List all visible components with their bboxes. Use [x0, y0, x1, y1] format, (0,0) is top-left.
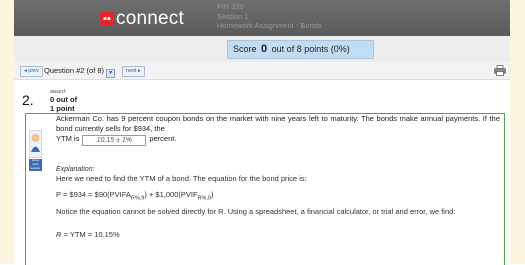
eq-part-3: ) — [210, 190, 214, 199]
score-label: Score — [233, 44, 257, 54]
logo-mark: ▪▪ — [100, 12, 114, 26]
points-line-2: 1 point — [50, 103, 75, 113]
printer-icon[interactable] — [494, 65, 506, 76]
answer-line: YTM is 10.15 ± 1% percent. — [56, 134, 176, 146]
answer-field[interactable]: 10.15 ± 1% — [82, 135, 147, 146]
explanation-result: R = YTM = 10.15% — [56, 230, 120, 239]
answer-suffix: percent. — [149, 134, 177, 143]
eq-part-1: P = $934 = $90(PVIFA — [56, 190, 131, 199]
score-suffix: out of 8 points (0%) — [271, 44, 350, 54]
eq-part-2: ) + $1,000(PVIF — [144, 190, 198, 199]
question-selector-label: Question #2 (of 8) — [44, 66, 105, 75]
course-section: Section 1 — [217, 11, 249, 21]
chevron-down-icon[interactable]: ▼ — [106, 69, 116, 78]
points-awarded: 0 out of 1 point — [50, 95, 77, 113]
question-number: 2. — [22, 92, 34, 108]
score-bar: Score 0 out of 8 points (0%) — [14, 36, 510, 63]
result-text: = YTM = 10.15% — [61, 230, 120, 239]
bond-price-equation: P = $934 = $90(PVIFAR%,9) + $1,000(PVIFR… — [56, 190, 213, 202]
page-margin-left — [0, 0, 14, 264]
connect-logo: ▪▪ connect — [100, 8, 184, 29]
explanation-label: Explanation: — [56, 166, 95, 173]
show-work-tag[interactable]: show work answer — [29, 158, 42, 171]
course-info: FIN 320 Section 1 Homework Assignment - … — [217, 2, 322, 31]
course-code: FIN 320 — [217, 2, 244, 11]
app-header: ▪▪ connect FIN 320 Section 1 Homework As… — [14, 0, 510, 36]
next-button[interactable]: next ▸ — [122, 66, 145, 77]
score-display: Score 0 out of 8 points (0%) — [227, 40, 374, 59]
question-selector[interactable]: Question #2 (of 8) ▼ — [44, 64, 116, 78]
score-value: 0 — [261, 43, 268, 55]
logo-text: connect — [116, 8, 184, 29]
page-margin-right — [510, 0, 525, 264]
question-nav: ◂ prev Question #2 (of 8) ▼ next ▸ — [14, 62, 510, 80]
assignment-title: Homework Assignment - Bonds — [217, 21, 322, 30]
eq-sub-1: R%,9 — [130, 195, 145, 202]
student-avatar-icon[interactable] — [29, 130, 42, 158]
answer-prefix: YTM is — [56, 134, 80, 143]
question-text: Ackerman Co. has 9 percent coupon bonds … — [56, 114, 500, 133]
explanation-intro: Here we need to find the YTM of a bond. … — [56, 174, 307, 183]
prev-button[interactable]: ◂ prev — [20, 66, 43, 77]
explanation-note: Notice the equation cannot be solved dir… — [56, 207, 456, 216]
eq-sub-2: R%,9 — [197, 195, 211, 202]
